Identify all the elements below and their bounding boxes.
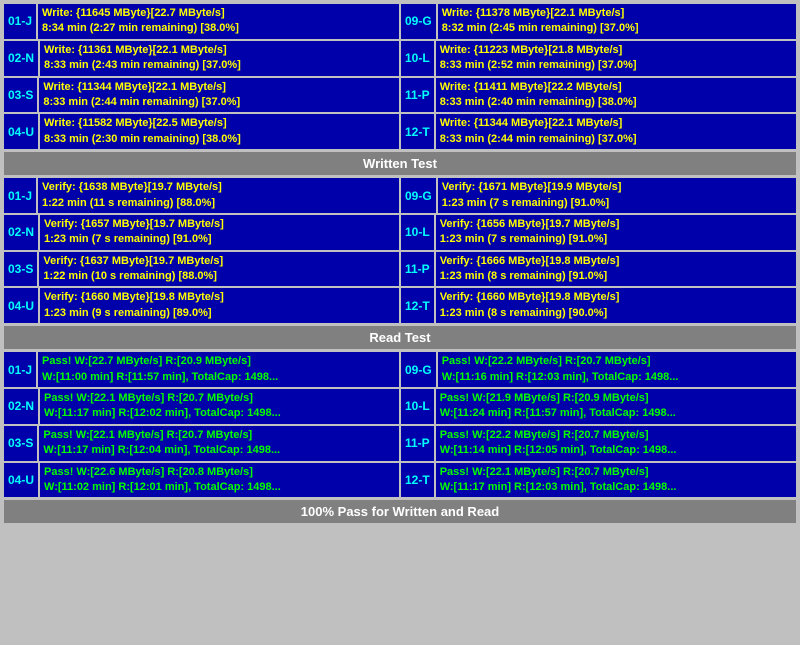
table-row: 04-UWrite: {11582 MByte}[22.5 MByte/s]8:…	[4, 114, 796, 149]
device-id-left: 03-S	[4, 426, 37, 461]
read-test-header: Read Test	[4, 326, 796, 349]
table-row: 04-UPass! W:[22.6 MByte/s] R:[20.8 MByte…	[4, 463, 796, 498]
device-id-right: 09-G	[401, 4, 436, 39]
read-test-label: Read Test	[369, 330, 430, 345]
left-block: 03-SVerify: {1637 MByte}[19.7 MByte/s]1:…	[4, 252, 399, 287]
device-info-right: Pass! W:[22.2 MByte/s] R:[20.7 MByte/s]W…	[438, 352, 796, 387]
table-row: 03-SVerify: {1637 MByte}[19.7 MByte/s]1:…	[4, 252, 796, 287]
right-block: 12-TWrite: {11344 MByte}[22.1 MByte/s]8:…	[401, 114, 796, 149]
device-id-left: 03-S	[4, 78, 37, 113]
device-id-right: 12-T	[401, 288, 434, 323]
device-id-right: 10-L	[401, 389, 434, 424]
device-info-right: Pass! W:[22.2 MByte/s] R:[20.7 MByte/s]W…	[436, 426, 796, 461]
device-id-right: 10-L	[401, 41, 434, 76]
table-row: 01-JPass! W:[22.7 MByte/s] R:[20.9 MByte…	[4, 352, 796, 387]
device-info-right: Verify: {1666 MByte}[19.8 MByte/s]1:23 m…	[436, 252, 796, 287]
left-block: 04-UVerify: {1660 MByte}[19.8 MByte/s]1:…	[4, 288, 399, 323]
table-row: 02-NWrite: {11361 MByte}[22.1 MByte/s]8:…	[4, 41, 796, 76]
device-id-left: 03-S	[4, 252, 37, 287]
device-id-right: 10-L	[401, 215, 434, 250]
left-block: 04-UPass! W:[22.6 MByte/s] R:[20.8 MByte…	[4, 463, 399, 498]
device-id-right: 11-P	[401, 78, 434, 113]
table-row: 03-SWrite: {11344 MByte}[22.1 MByte/s]8:…	[4, 78, 796, 113]
pass-section: 01-JPass! W:[22.7 MByte/s] R:[20.9 MByte…	[4, 352, 796, 523]
device-info-right: Write: {11223 MByte}[21.8 MByte/s]8:33 m…	[436, 41, 796, 76]
left-block: 02-NVerify: {1657 MByte}[19.7 MByte/s]1:…	[4, 215, 399, 250]
right-block: 11-PVerify: {1666 MByte}[19.8 MByte/s]1:…	[401, 252, 796, 287]
right-block: 12-TPass! W:[22.1 MByte/s] R:[20.7 MByte…	[401, 463, 796, 498]
table-row: 04-UVerify: {1660 MByte}[19.8 MByte/s]1:…	[4, 288, 796, 323]
device-info-left: Write: {11645 MByte}[22.7 MByte/s]8:34 m…	[38, 4, 399, 39]
device-info-left: Write: {11582 MByte}[22.5 MByte/s]8:33 m…	[40, 114, 399, 149]
table-row: 01-JVerify: {1638 MByte}[19.7 MByte/s]1:…	[4, 178, 796, 213]
left-block: 03-SWrite: {11344 MByte}[22.1 MByte/s]8:…	[4, 78, 399, 113]
device-id-left: 04-U	[4, 288, 38, 323]
left-block: 02-NPass! W:[22.1 MByte/s] R:[20.7 MByte…	[4, 389, 399, 424]
right-block: 09-GWrite: {11378 MByte}[22.1 MByte/s]8:…	[401, 4, 796, 39]
device-info-right: Verify: {1671 MByte}[19.9 MByte/s]1:23 m…	[438, 178, 796, 213]
device-info-left: Verify: {1637 MByte}[19.7 MByte/s]1:22 m…	[39, 252, 399, 287]
device-id-right: 09-G	[401, 178, 436, 213]
right-block: 10-LPass! W:[21.9 MByte/s] R:[20.9 MByte…	[401, 389, 796, 424]
device-info-left: Pass! W:[22.6 MByte/s] R:[20.8 MByte/s]W…	[40, 463, 399, 498]
device-id-left: 02-N	[4, 215, 38, 250]
device-id-left: 02-N	[4, 389, 38, 424]
device-info-left: Pass! W:[22.1 MByte/s] R:[20.7 MByte/s]W…	[39, 426, 399, 461]
table-row: 02-NVerify: {1657 MByte}[19.7 MByte/s]1:…	[4, 215, 796, 250]
device-info-right: Write: {11344 MByte}[22.1 MByte/s]8:33 m…	[436, 114, 796, 149]
table-row: 03-SPass! W:[22.1 MByte/s] R:[20.7 MByte…	[4, 426, 796, 461]
device-info-right: Write: {11411 MByte}[22.2 MByte/s]8:33 m…	[436, 78, 796, 113]
right-block: 10-LVerify: {1656 MByte}[19.7 MByte/s]1:…	[401, 215, 796, 250]
device-id-right: 09-G	[401, 352, 436, 387]
verify-rows: 01-JVerify: {1638 MByte}[19.7 MByte/s]1:…	[4, 178, 796, 323]
left-block: 01-JWrite: {11645 MByte}[22.7 MByte/s]8:…	[4, 4, 399, 39]
table-row: 02-NPass! W:[22.1 MByte/s] R:[20.7 MByte…	[4, 389, 796, 424]
device-id-right: 12-T	[401, 463, 434, 498]
right-block: 10-LWrite: {11223 MByte}[21.8 MByte/s]8:…	[401, 41, 796, 76]
device-id-left: 01-J	[4, 352, 36, 387]
table-row: 01-JWrite: {11645 MByte}[22.7 MByte/s]8:…	[4, 4, 796, 39]
device-info-left: Verify: {1660 MByte}[19.8 MByte/s]1:23 m…	[40, 288, 399, 323]
device-id-left: 02-N	[4, 41, 38, 76]
right-block: 09-GPass! W:[22.2 MByte/s] R:[20.7 MByte…	[401, 352, 796, 387]
left-block: 01-JPass! W:[22.7 MByte/s] R:[20.9 MByte…	[4, 352, 399, 387]
written-test-header: Written Test	[4, 152, 796, 175]
left-block: 02-NWrite: {11361 MByte}[22.1 MByte/s]8:…	[4, 41, 399, 76]
right-block: 11-PPass! W:[22.2 MByte/s] R:[20.7 MByte…	[401, 426, 796, 461]
device-id-right: 12-T	[401, 114, 434, 149]
device-info-right: Verify: {1656 MByte}[19.7 MByte/s]1:23 m…	[436, 215, 796, 250]
write-section: 01-JWrite: {11645 MByte}[22.7 MByte/s]8:…	[4, 4, 796, 175]
device-info-left: Pass! W:[22.1 MByte/s] R:[20.7 MByte/s]W…	[40, 389, 399, 424]
device-id-left: 01-J	[4, 4, 36, 39]
footer-bar: 100% Pass for Written and Read	[4, 500, 796, 523]
device-info-left: Write: {11361 MByte}[22.1 MByte/s]8:33 m…	[40, 41, 399, 76]
left-block: 04-UWrite: {11582 MByte}[22.5 MByte/s]8:…	[4, 114, 399, 149]
left-block: 03-SPass! W:[22.1 MByte/s] R:[20.7 MByte…	[4, 426, 399, 461]
pass-rows: 01-JPass! W:[22.7 MByte/s] R:[20.9 MByte…	[4, 352, 796, 497]
written-test-label: Written Test	[363, 156, 437, 171]
device-id-left: 04-U	[4, 114, 38, 149]
left-block: 01-JVerify: {1638 MByte}[19.7 MByte/s]1:…	[4, 178, 399, 213]
device-info-right: Pass! W:[21.9 MByte/s] R:[20.9 MByte/s]W…	[436, 389, 796, 424]
device-info-left: Verify: {1657 MByte}[19.7 MByte/s]1:23 m…	[40, 215, 399, 250]
device-info-right: Verify: {1660 MByte}[19.8 MByte/s]1:23 m…	[436, 288, 796, 323]
right-block: 12-TVerify: {1660 MByte}[19.8 MByte/s]1:…	[401, 288, 796, 323]
device-id-left: 04-U	[4, 463, 38, 498]
device-info-right: Write: {11378 MByte}[22.1 MByte/s]8:32 m…	[438, 4, 796, 39]
device-info-right: Pass! W:[22.1 MByte/s] R:[20.7 MByte/s]W…	[436, 463, 796, 498]
device-id-right: 11-P	[401, 426, 434, 461]
main-container: 01-JWrite: {11645 MByte}[22.7 MByte/s]8:…	[0, 0, 800, 529]
device-id-left: 01-J	[4, 178, 36, 213]
right-block: 09-GVerify: {1671 MByte}[19.9 MByte/s]1:…	[401, 178, 796, 213]
device-info-left: Pass! W:[22.7 MByte/s] R:[20.9 MByte/s]W…	[38, 352, 399, 387]
footer-label: 100% Pass for Written and Read	[301, 504, 499, 519]
verify-section: 01-JVerify: {1638 MByte}[19.7 MByte/s]1:…	[4, 178, 796, 349]
right-block: 11-PWrite: {11411 MByte}[22.2 MByte/s]8:…	[401, 78, 796, 113]
device-info-left: Write: {11344 MByte}[22.1 MByte/s]8:33 m…	[39, 78, 399, 113]
device-info-left: Verify: {1638 MByte}[19.7 MByte/s]1:22 m…	[38, 178, 399, 213]
device-id-right: 11-P	[401, 252, 434, 287]
write-rows: 01-JWrite: {11645 MByte}[22.7 MByte/s]8:…	[4, 4, 796, 149]
